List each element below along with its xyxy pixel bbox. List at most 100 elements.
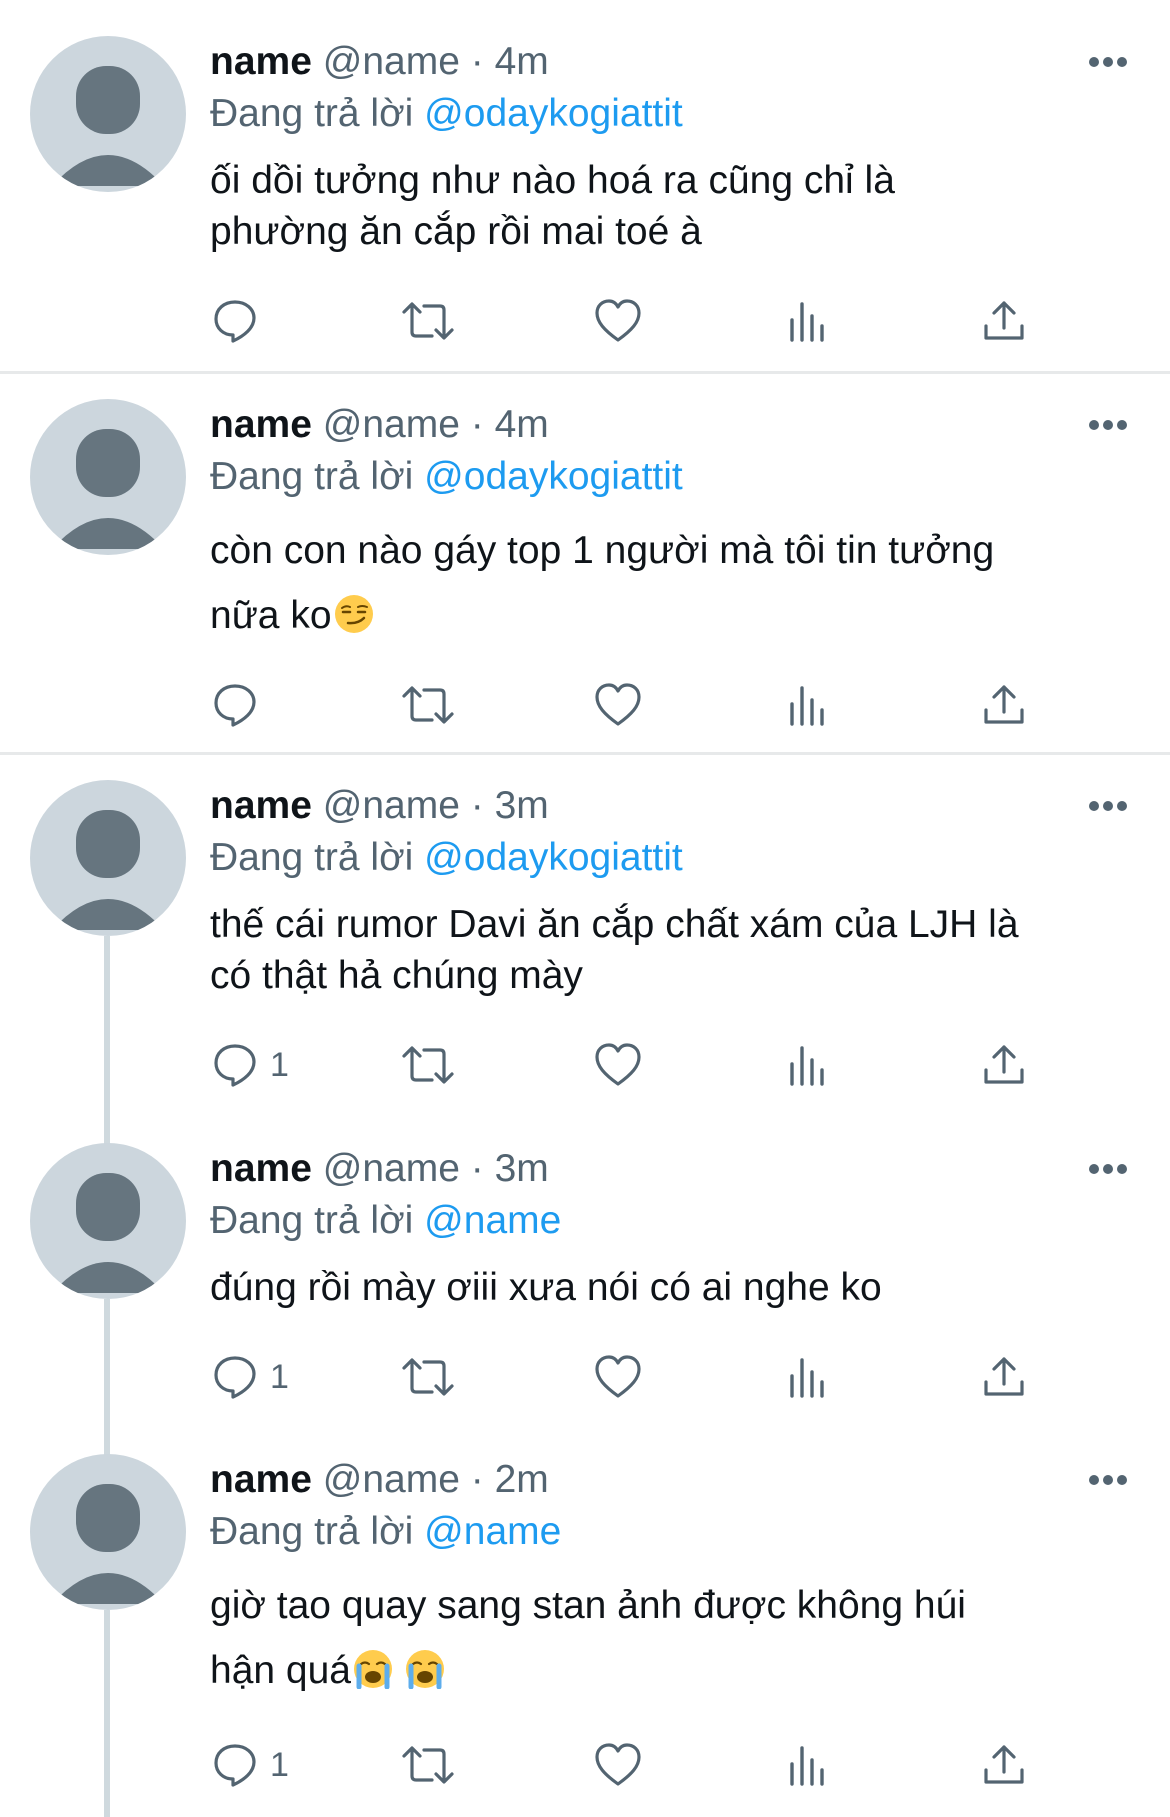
share-icon xyxy=(984,1045,1024,1084)
more-icon[interactable] xyxy=(1088,800,1128,812)
reply-count: 1 xyxy=(270,1045,289,1084)
like-button[interactable] xyxy=(594,680,642,730)
like-button[interactable] xyxy=(594,1740,642,1790)
divider xyxy=(0,371,1170,374)
views-button[interactable] xyxy=(788,1740,828,1790)
reply-button[interactable]: 1 xyxy=(212,1352,289,1402)
tweet-header: name @name · 4m xyxy=(210,38,549,86)
timestamp[interactable]: 3m xyxy=(495,1147,549,1190)
mention-link[interactable]: @name xyxy=(424,1199,561,1242)
user-handle[interactable]: @name xyxy=(323,784,460,827)
avatar[interactable] xyxy=(30,780,186,936)
reply-count: 1 xyxy=(270,1357,289,1396)
share-button[interactable] xyxy=(982,1740,1026,1790)
retweet-button[interactable] xyxy=(400,1352,456,1402)
replying-prefix: Đang trả lời xyxy=(210,455,425,498)
reply-button[interactable] xyxy=(212,680,270,730)
tweet-text-line: đúng rồi mày ơiii xưa nói có ai nghe ko xyxy=(210,1266,882,1309)
user-handle[interactable]: @name xyxy=(323,403,460,446)
like-button[interactable] xyxy=(594,296,642,346)
replying-to: Đang trả lời @odaykogiattit xyxy=(210,90,683,138)
tweet-header: name @name · 4m xyxy=(210,401,549,449)
views-icon xyxy=(790,1746,824,1786)
more-icon[interactable] xyxy=(1088,1163,1128,1175)
display-name[interactable]: name xyxy=(210,1458,312,1501)
separator-dot: · xyxy=(470,40,484,83)
views-button[interactable] xyxy=(788,1352,828,1402)
tweet-text-segment: nữa ko xyxy=(210,594,332,637)
like-button[interactable] xyxy=(594,1352,642,1402)
reply-button[interactable]: 1 xyxy=(212,1040,289,1090)
avatar[interactable] xyxy=(30,1454,186,1610)
replying-to: Đang trả lời @name xyxy=(210,1197,561,1245)
tweet-text-line: có thật hả chúng mày xyxy=(210,954,583,997)
tweet-text: giờ tao quay sang stan ảnh được không hú… xyxy=(210,1573,1140,1703)
avatar[interactable] xyxy=(30,1143,186,1299)
reply-button[interactable] xyxy=(212,296,270,346)
more-icon[interactable] xyxy=(1088,419,1128,431)
display-name[interactable]: name xyxy=(210,784,312,827)
mention-link[interactable]: @odaykogiattit xyxy=(424,92,683,135)
views-button[interactable] xyxy=(788,1040,828,1090)
like-button[interactable] xyxy=(594,1040,642,1090)
reply-icon xyxy=(214,1356,256,1399)
user-handle[interactable]: @name xyxy=(323,1458,460,1501)
tweet-text-line: phường ăn cắp rồi mai toé à xyxy=(210,210,702,253)
separator-dot: · xyxy=(470,1458,484,1501)
mention-link[interactable]: @odaykogiattit xyxy=(424,455,683,498)
reply-button[interactable]: 1 xyxy=(212,1740,289,1790)
replying-prefix: Đang trả lời xyxy=(210,836,425,879)
replying-to: Đang trả lời @odaykogiattit xyxy=(210,453,683,501)
replying-prefix: Đang trả lời xyxy=(210,92,425,135)
action-bar xyxy=(210,296,1130,346)
avatar[interactable] xyxy=(30,399,186,555)
reply-icon xyxy=(214,1744,256,1787)
timestamp[interactable]: 2m xyxy=(495,1458,549,1501)
share-button[interactable] xyxy=(982,680,1026,730)
retweet-icon xyxy=(402,686,454,724)
replying-to: Đang trả lời @name xyxy=(210,1508,561,1556)
share-button[interactable] xyxy=(982,296,1026,346)
share-button[interactable] xyxy=(982,1040,1026,1090)
mention-link[interactable]: @odaykogiattit xyxy=(424,836,683,879)
retweet-button[interactable] xyxy=(400,680,456,730)
share-button[interactable] xyxy=(982,1352,1026,1402)
timestamp[interactable]: 4m xyxy=(495,40,549,83)
retweet-button[interactable] xyxy=(400,296,456,346)
separator-dot: · xyxy=(470,403,484,446)
display-name[interactable]: name xyxy=(210,1147,312,1190)
display-name[interactable]: name xyxy=(210,40,312,83)
views-icon xyxy=(790,686,824,726)
thread-connector xyxy=(104,1610,110,1817)
retweet-icon xyxy=(402,1358,454,1396)
share-icon xyxy=(984,301,1024,340)
user-handle[interactable]: @name xyxy=(323,40,460,83)
views-button[interactable] xyxy=(788,680,828,730)
retweet-icon xyxy=(402,1046,454,1084)
mention-link[interactable]: @name xyxy=(424,1510,561,1553)
views-icon xyxy=(790,302,824,342)
more-icon[interactable] xyxy=(1088,56,1128,68)
avatar[interactable] xyxy=(30,36,186,192)
views-icon xyxy=(790,1358,824,1398)
share-icon xyxy=(984,685,1024,724)
action-bar: 1 xyxy=(210,1352,1130,1402)
reply-icon xyxy=(214,300,256,343)
replying-to: Đang trả lời @odaykogiattit xyxy=(210,834,683,882)
tweet-text-line: ối dồi tưởng như nào hoá ra cũng chỉ là xyxy=(210,159,895,202)
retweet-button[interactable] xyxy=(400,1040,456,1090)
tweet-text-line: thế cái rumor Davi ăn cắp chất xám của L… xyxy=(210,903,1019,946)
user-handle[interactable]: @name xyxy=(323,1147,460,1190)
default-avatar-icon xyxy=(52,429,164,549)
like-icon xyxy=(595,1355,641,1398)
replying-prefix: Đang trả lời xyxy=(210,1510,425,1553)
share-icon xyxy=(984,1745,1024,1784)
like-icon xyxy=(595,683,641,726)
timestamp[interactable]: 3m xyxy=(495,784,549,827)
tweet-text-segment: hận quá xyxy=(210,1649,351,1692)
timestamp[interactable]: 4m xyxy=(495,403,549,446)
more-icon[interactable] xyxy=(1088,1474,1128,1486)
views-button[interactable] xyxy=(788,296,828,346)
retweet-button[interactable] xyxy=(400,1740,456,1790)
display-name[interactable]: name xyxy=(210,403,312,446)
